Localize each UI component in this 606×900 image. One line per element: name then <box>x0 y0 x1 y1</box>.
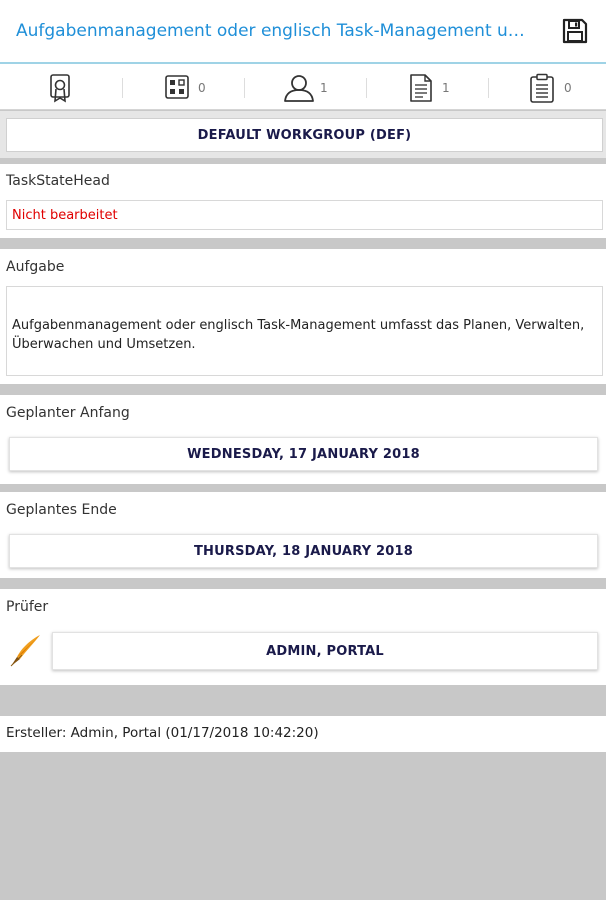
planned-start-heading: Geplanter Anfang <box>6 405 130 421</box>
tab-user[interactable]: 1 <box>244 64 365 110</box>
tab-count: 0 <box>564 81 572 95</box>
tab-count: 1 <box>442 81 450 95</box>
tab-document[interactable]: 1 <box>366 64 487 110</box>
planned-end-button[interactable]: THURSDAY, 18 JANUARY 2018 <box>9 534 598 568</box>
tab-count: 1 <box>320 81 328 95</box>
task-section: Aufgabe Aufgabenmanagement oder englisch… <box>0 249 606 384</box>
tab-grid[interactable]: 0 <box>122 64 243 110</box>
quill-pen-icon[interactable] <box>8 633 42 673</box>
floppy-disk-icon[interactable] <box>560 16 590 46</box>
task-description-text: Aufgabenmanagement oder englisch Task-Ma… <box>12 318 585 352</box>
planned-end-section: Geplantes Ende THURSDAY, 18 JANUARY 2018 <box>0 492 606 578</box>
task-state-heading: TaskStateHead <box>6 173 110 189</box>
tab-clipboard[interactable]: 0 <box>488 64 606 110</box>
planned-end-heading: Geplantes Ende <box>6 502 117 518</box>
reviewer-section: Prüfer ADMIN, PORTAL <box>0 589 606 685</box>
planned-start-section: Geplanter Anfang WEDNESDAY, 17 JANUARY 2… <box>0 395 606 484</box>
creator-section: Ersteller: Admin, Portal (01/17/2018 10:… <box>0 716 606 752</box>
creator-text: Ersteller: Admin, Portal (01/17/2018 10:… <box>6 725 319 741</box>
planned-start-button[interactable]: WEDNESDAY, 17 JANUARY 2018 <box>9 437 598 471</box>
grid-icon <box>164 73 190 105</box>
workgroup-button[interactable]: DEFAULT WORKGROUP (DEF) <box>6 118 603 152</box>
task-state-value: Nicht bearbeitet <box>12 208 118 223</box>
document-icon <box>408 73 434 107</box>
task-heading: Aufgabe <box>6 259 65 275</box>
tab-bar: 0 1 1 0 <box>0 64 606 110</box>
tab-count: 0 <box>198 81 206 95</box>
workgroup-section: DEFAULT WORKGROUP (DEF) <box>0 111 606 158</box>
certificate-icon <box>47 73 73 107</box>
app-header: Aufgabenmanagement oder englisch Task-Ma… <box>0 0 606 64</box>
clipboard-icon <box>528 73 556 107</box>
reviewer-heading: Prüfer <box>6 599 49 615</box>
task-description-field[interactable]: Aufgabenmanagement oder englisch Task-Ma… <box>6 286 603 376</box>
task-state-field[interactable]: Nicht bearbeitet <box>6 200 603 230</box>
reviewer-button[interactable]: ADMIN, PORTAL <box>52 632 598 670</box>
task-state-section: TaskStateHead Nicht bearbeitet <box>0 164 606 238</box>
page-title: Aufgabenmanagement oder englisch Task-Ma… <box>16 21 531 41</box>
tab-certificate[interactable] <box>0 64 121 110</box>
user-icon <box>282 73 316 107</box>
